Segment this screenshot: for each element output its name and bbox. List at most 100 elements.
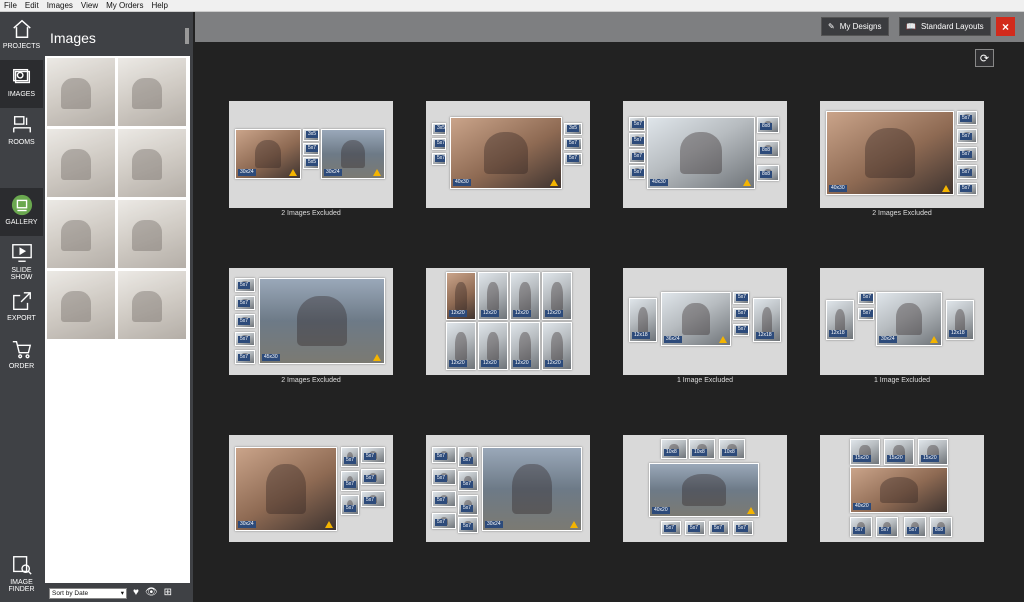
layout-photo-slot: 12x18	[826, 300, 854, 340]
print-size-label: 36x24	[664, 336, 682, 343]
layout-card[interactable]: 5x7 5x7 5x7 5x7 5x7 45x30	[229, 268, 393, 375]
print-size-label: 5x7	[712, 525, 725, 532]
print-size-label: 5x7	[238, 336, 251, 343]
image-thumb[interactable]	[118, 271, 186, 339]
rail-item-rooms[interactable]: ROOMS	[0, 108, 43, 156]
layout-card[interactable]: 5x7 5x7 5x7 5x7 5x7 5x7 5x7 5x7 30x24	[426, 435, 590, 542]
layout-photo-slot: 5x7	[432, 513, 456, 529]
layout-card[interactable]: 3x5 5x7 5x7 40x30 3x5 5x7 5x7	[426, 101, 590, 208]
print-size-label: 5x7	[736, 294, 748, 301]
layout-photo-slot: 5x7	[361, 491, 385, 507]
panel-scroll-handle[interactable]	[185, 28, 189, 44]
print-size-label: 12x18	[829, 330, 847, 337]
layout-photo-slot: 5x7	[957, 129, 977, 143]
print-size-label: 12x18	[632, 332, 650, 339]
print-size-label: 3x5	[435, 125, 446, 132]
image-thumb[interactable]	[47, 271, 115, 339]
layout-photo-slot: 40x30	[826, 111, 954, 195]
print-size-label: 12x20	[449, 360, 467, 367]
rail-label: GALLERY	[5, 219, 38, 226]
print-size-label: 5x7	[364, 475, 377, 482]
print-size-label: 5x7	[238, 282, 251, 289]
layout-photo-slot: 10x8	[661, 439, 687, 459]
layout-card[interactable]: 10x8 10x8 10x8 40x20 5x7 5x7 5x7 5x7	[623, 435, 787, 542]
layout-photo-slot: 12x20	[446, 272, 476, 320]
layout-photo-slot: 8x8	[757, 141, 779, 157]
print-size-label: 5x7	[632, 121, 644, 128]
image-thumb[interactable]	[118, 200, 186, 268]
my-designs-button[interactable]: ✎ My Designs	[821, 17, 889, 36]
refresh-button[interactable]: ⟳	[975, 49, 994, 67]
print-size-label: 12x20	[449, 310, 467, 317]
standard-layouts-button[interactable]: 📖 Standard Layouts	[899, 17, 991, 36]
chevron-down-icon: ▾	[120, 590, 124, 597]
layout-photo-slot: 12x20	[510, 322, 540, 370]
menu-images[interactable]: Images	[47, 1, 73, 10]
print-size-label: 5x7	[736, 525, 749, 532]
layout-card[interactable]: 12x18 5x7 30x24 5x7 12x18	[820, 268, 984, 375]
rail-item-slideshow[interactable]: SLIDE SHOW	[0, 236, 43, 284]
image-thumb[interactable]	[47, 58, 115, 126]
layout-photo-slot: 12x18	[753, 298, 781, 342]
warning-icon	[570, 521, 578, 528]
layout-photo-slot: 5x7	[341, 447, 359, 467]
close-button[interactable]: ×	[996, 17, 1015, 36]
print-size-label: 15x20	[921, 455, 939, 462]
rail-item-export[interactable]: EXPORT	[0, 284, 43, 332]
warning-icon	[550, 179, 558, 186]
print-size-label: 5x7	[238, 354, 251, 361]
print-size-label: 15x20	[887, 455, 905, 462]
menu-help[interactable]: Help	[151, 1, 167, 10]
print-size-label: 10x8	[722, 449, 737, 456]
layout-photo-slot: 5x7	[957, 183, 977, 195]
layout-card[interactable]: 30x24 3x5 5x7 5x5 30x24	[229, 101, 393, 208]
image-thumb[interactable]	[47, 200, 115, 268]
print-size-label: 30x24	[238, 521, 256, 528]
play-screen-icon	[11, 244, 32, 262]
layout-photo-slot: 5x7	[904, 517, 926, 537]
menu-view[interactable]: View	[81, 1, 98, 10]
layout-photo-slot: 5x7	[564, 153, 582, 165]
sort-dropdown[interactable]: Sort by Date ▾	[49, 587, 127, 599]
layout-photo-slot: 30x24	[876, 292, 942, 346]
print-size-label: 10x8	[664, 449, 679, 456]
layout-card[interactable]: 15x20 15x20 15x20 40x20 5x7 5x7 5x7 8x8	[820, 435, 984, 542]
image-thumb[interactable]	[118, 58, 186, 126]
layout-photo-slot: 5x7	[458, 447, 478, 467]
heart-icon[interactable]: ♥	[133, 588, 139, 598]
layout-photo-slot: 5x7	[661, 521, 681, 535]
layout-card[interactable]: 5x7 5x7 5x7 5x7 40x30 8x8 8x8 8x8	[623, 101, 787, 208]
layout-caption: 2 Images Excluded	[281, 210, 341, 217]
eye-icon[interactable]: 👁	[145, 588, 158, 598]
layout-photo-slot: 40x30	[450, 117, 562, 189]
layout-photo-slot: 12x20	[542, 322, 572, 370]
panel-footer: Sort by Date ▾ ♥ 👁 ⊞	[45, 584, 190, 602]
rail-item-order[interactable]: ORDER	[0, 332, 43, 380]
rail-label: EXPORT	[7, 315, 36, 322]
layout-photo-slot: 5x7	[629, 117, 645, 131]
image-thumb[interactable]	[118, 129, 186, 197]
rail-item-gallery[interactable]: GALLERY	[0, 188, 43, 236]
rail-item-image-finder[interactable]: IMAGE FINDER	[0, 548, 43, 602]
add-images-icon[interactable]: ⊞	[164, 588, 172, 598]
print-size-label: 40x30	[829, 185, 847, 192]
warning-icon	[930, 336, 938, 343]
print-size-label: 5x7	[632, 137, 644, 144]
layout-card[interactable]: 12x18 36x24 5x7 5x7 5x7 12x18	[623, 268, 787, 375]
layout-photo-slot: 12x20	[478, 322, 508, 370]
layout-card[interactable]: 30x24 5x7 5x7 5x7 5x7 5x7 5x7	[229, 435, 393, 542]
rail-item-projects[interactable]: PROJECTS	[0, 12, 43, 60]
print-size-label: 5x7	[960, 185, 973, 192]
menu-my-orders[interactable]: My Orders	[106, 1, 143, 10]
print-size-label: 5x7	[238, 300, 251, 307]
menu-file[interactable]: File	[4, 1, 17, 10]
cart-icon	[12, 340, 31, 359]
layout-card[interactable]: 40x30 5x7 5x7 5x7 5x7 5x7	[820, 101, 984, 208]
print-size-label: 5x7	[238, 318, 251, 325]
layout-photo-slot: 5x7	[235, 314, 255, 328]
print-size-label: 5x7	[435, 140, 446, 147]
image-thumb[interactable]	[47, 129, 115, 197]
menu-edit[interactable]: Edit	[25, 1, 39, 10]
rail-item-images[interactable]: IMAGES	[0, 60, 43, 108]
layout-card[interactable]: 12x20 12x20 12x20 12x20 12x20 12x20 12x20 12x20	[426, 268, 590, 375]
